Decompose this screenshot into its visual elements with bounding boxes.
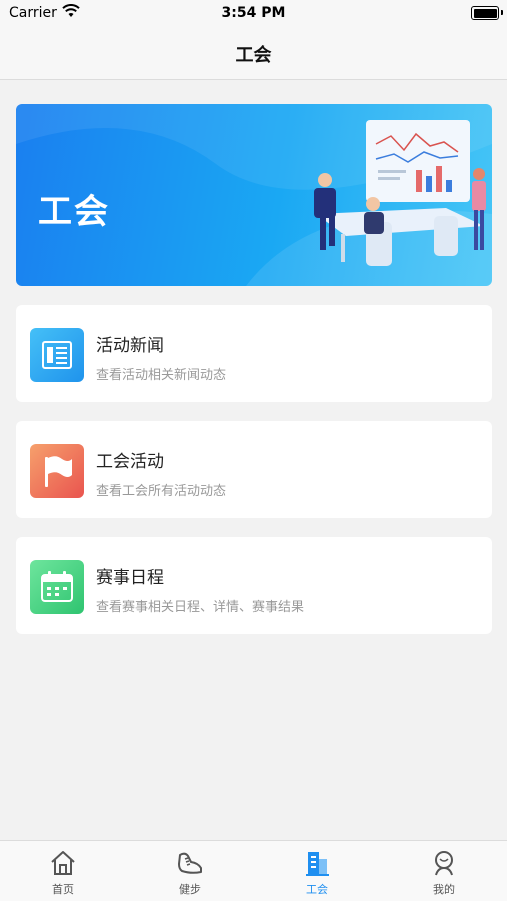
battery-icon [471,6,503,20]
card-subtitle: 查看赛事相关日程、详情、赛事结果 [96,600,305,615]
card-union-activities[interactable]: 工会活动 查看工会所有活动动态 [16,421,492,518]
tab-home[interactable]: 首页 [0,841,126,901]
union-banner[interactable]: 工会 [16,104,492,286]
tab-walk[interactable]: 健步 [127,841,253,901]
card-title: 赛事日程 [96,568,164,588]
tab-union[interactable]: 工会 [254,841,380,901]
calendar-icon [30,560,84,614]
tab-label: 健步 [179,883,201,896]
navigation-bar: 工会 [0,28,507,80]
tab-bar: 首页 健步 工会 我的 [0,840,507,901]
card-subtitle: 查看活动相关新闻动态 [96,368,227,383]
card-event-schedule[interactable]: 赛事日程 查看赛事相关日程、详情、赛事结果 [16,537,492,634]
status-time: 3:54 PM [221,5,286,21]
status-bar: Carrier 3:54 PM [0,0,507,28]
card-title: 工会活动 [96,452,164,472]
card-activity-news[interactable]: 活动新闻 查看活动相关新闻动态 [16,305,492,402]
tab-label: 工会 [306,883,328,896]
banner-title: 工会 [38,192,110,232]
tab-label: 首页 [52,883,74,896]
profile-icon [435,851,453,876]
tab-profile[interactable]: 我的 [381,841,507,901]
shoe-icon [178,852,202,874]
page-title: 工会 [235,45,272,66]
card-title: 活动新闻 [96,336,164,356]
flag-icon [30,444,84,498]
card-subtitle: 查看工会所有活动动态 [96,484,227,499]
news-icon [30,328,84,382]
building-icon [306,852,329,876]
tab-label: 我的 [433,883,455,896]
home-icon [51,851,75,875]
